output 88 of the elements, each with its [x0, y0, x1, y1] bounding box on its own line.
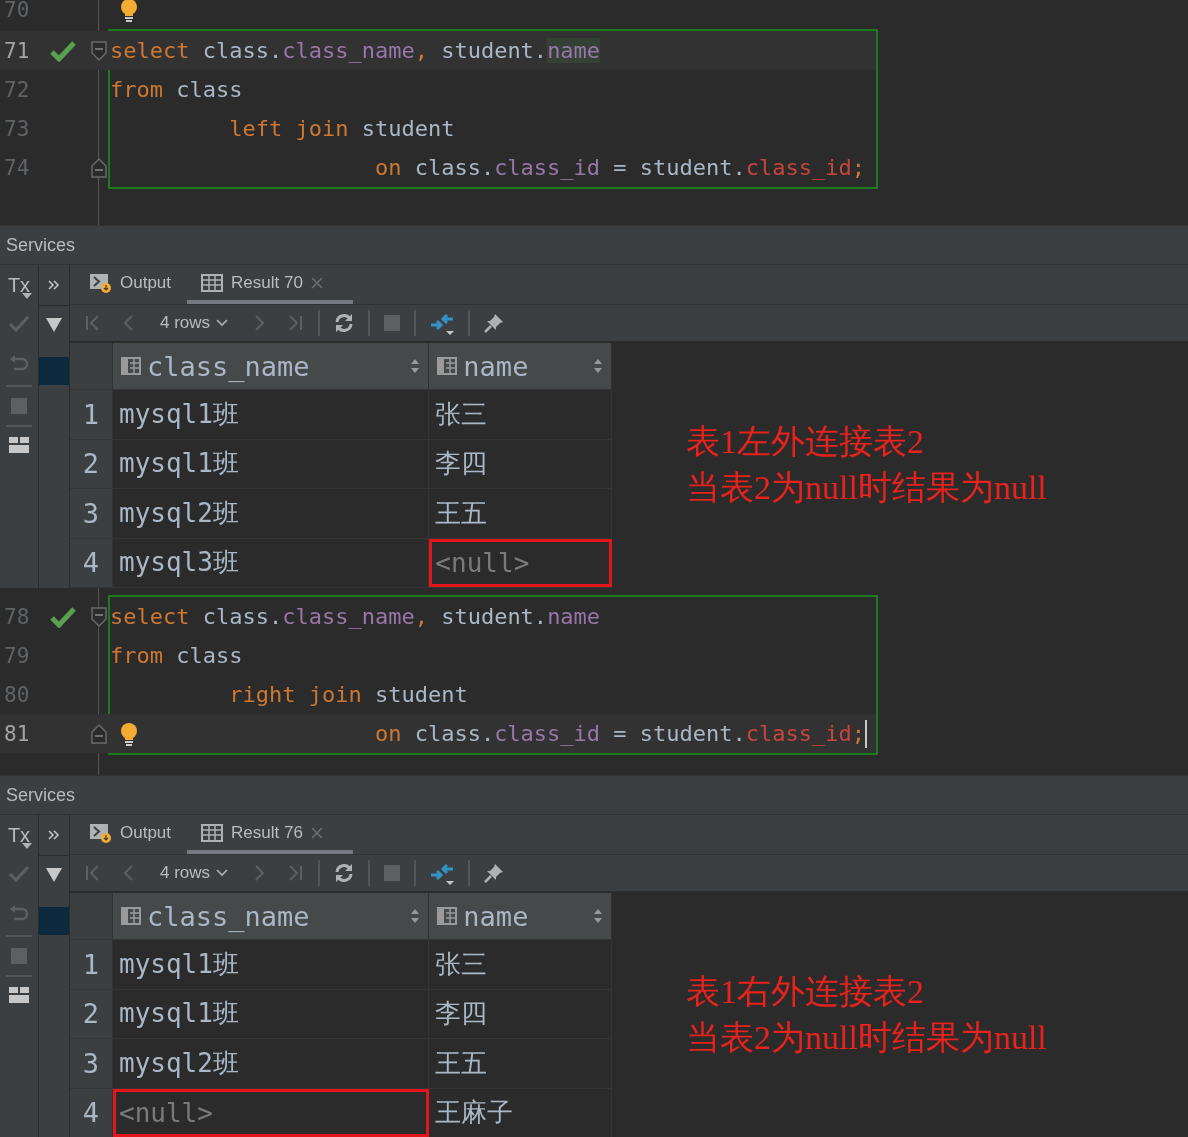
code-line: from class: [110, 643, 243, 668]
column-header[interactable]: name: [429, 893, 612, 939]
code-line: select class.class_name, student.name: [110, 38, 601, 63]
console-icon: [90, 271, 112, 294]
line-number: 70: [3, 0, 31, 22]
chevron-icon: [216, 319, 229, 327]
line-number: 72: [3, 77, 31, 102]
layout-icon[interactable]: [9, 437, 29, 453]
lightbulb-icon[interactable]: [120, 0, 138, 22]
row-number: 3: [82, 1047, 100, 1079]
fold-icon[interactable]: [91, 39, 107, 62]
code-line: on class.class_id = student.class_id;: [374, 721, 865, 746]
code-line: right join student: [229, 682, 468, 707]
transaction-mode-button[interactable]: Tx: [7, 823, 31, 847]
row-number: 3: [82, 497, 100, 529]
filter-icon[interactable]: [46, 318, 62, 332]
table-cell: mysql1班: [113, 390, 430, 439]
line-number: 80: [3, 682, 31, 707]
pin-icon[interactable]: [483, 862, 506, 884]
console-icon: [90, 821, 112, 844]
code-line: left join student: [229, 116, 455, 141]
table-cell: mysql2班: [113, 1039, 430, 1088]
sort-icon[interactable]: [593, 358, 603, 374]
column-header[interactable]: class_name: [113, 343, 430, 389]
caret-icon[interactable]: [22, 843, 32, 849]
line-number: 74: [3, 155, 31, 180]
line-number: 73: [3, 116, 31, 141]
table-icon: [201, 823, 224, 842]
row-number: 4: [82, 1097, 100, 1129]
line-number: 78: [3, 604, 31, 629]
tab[interactable]: Result 76: [187, 815, 353, 854]
pin-icon[interactable]: [483, 312, 506, 334]
table-cell: mysql1班: [113, 989, 430, 1038]
row-number: 4: [82, 547, 100, 579]
line-number: 71: [3, 38, 31, 63]
annotation-text: 当表2为null时结果为null: [686, 1018, 1048, 1058]
fold-icon[interactable]: [91, 722, 107, 745]
code-line: from class: [110, 77, 243, 102]
panel-title: Services: [6, 234, 76, 256]
table-cell: mysql1班: [113, 439, 430, 488]
code-line: select class.class_name, student.name: [110, 604, 601, 629]
stop-icon[interactable]: [10, 397, 28, 415]
row-count-dropdown[interactable]: 4 rows: [152, 863, 237, 883]
chevron-icon: [216, 869, 229, 877]
table-cell: <null>: [113, 1088, 430, 1137]
column-icon: [121, 907, 141, 925]
table-cell: mysql3班: [113, 538, 430, 587]
transaction-mode-button[interactable]: Tx: [7, 273, 31, 297]
annotation-text: 当表2为null时结果为null: [686, 468, 1048, 508]
row-number: 2: [82, 998, 100, 1030]
tab[interactable]: Result 70: [187, 265, 353, 304]
row-count-dropdown[interactable]: 4 rows: [152, 313, 237, 333]
row-number: 2: [82, 448, 100, 480]
column-icon: [437, 907, 458, 925]
caret-icon[interactable]: [22, 293, 32, 299]
line-number: 79: [3, 643, 31, 668]
more-icon[interactable]: [48, 830, 60, 840]
table-cell: mysql1班: [113, 940, 430, 989]
close-icon[interactable]: [310, 826, 323, 839]
row-number: 1: [82, 948, 100, 980]
code-line: on class.class_id = student.class_id;: [374, 155, 865, 180]
stop-icon[interactable]: [10, 947, 28, 965]
annotation-text: 表1左外连接表2: [686, 422, 925, 462]
lightbulb-icon[interactable]: [120, 721, 138, 746]
tab[interactable]: Output: [86, 815, 178, 854]
column-header[interactable]: name: [429, 343, 612, 389]
layout-icon[interactable]: [9, 987, 29, 1003]
tab[interactable]: Output: [86, 265, 178, 304]
table-icon: [201, 273, 224, 292]
commit-icon[interactable]: [8, 313, 30, 335]
panel-title: Services: [6, 784, 76, 806]
commit-icon[interactable]: [8, 863, 30, 885]
annotation-text: 表1右外连接表2: [686, 972, 925, 1012]
line-number: 81: [3, 721, 31, 746]
sort-icon[interactable]: [410, 908, 421, 924]
table-cell: <null>: [429, 538, 612, 587]
column-icon: [121, 357, 141, 375]
sort-icon[interactable]: [593, 908, 603, 924]
row-number: 1: [82, 398, 100, 430]
more-icon[interactable]: [48, 280, 60, 290]
table-cell: mysql2班: [113, 489, 430, 538]
fold-icon[interactable]: [91, 156, 107, 179]
column-icon: [437, 357, 458, 375]
filter-icon[interactable]: [46, 868, 62, 882]
sort-icon[interactable]: [410, 358, 421, 374]
close-icon[interactable]: [310, 276, 323, 289]
column-header[interactable]: class_name: [113, 893, 430, 939]
fold-icon[interactable]: [91, 605, 107, 628]
